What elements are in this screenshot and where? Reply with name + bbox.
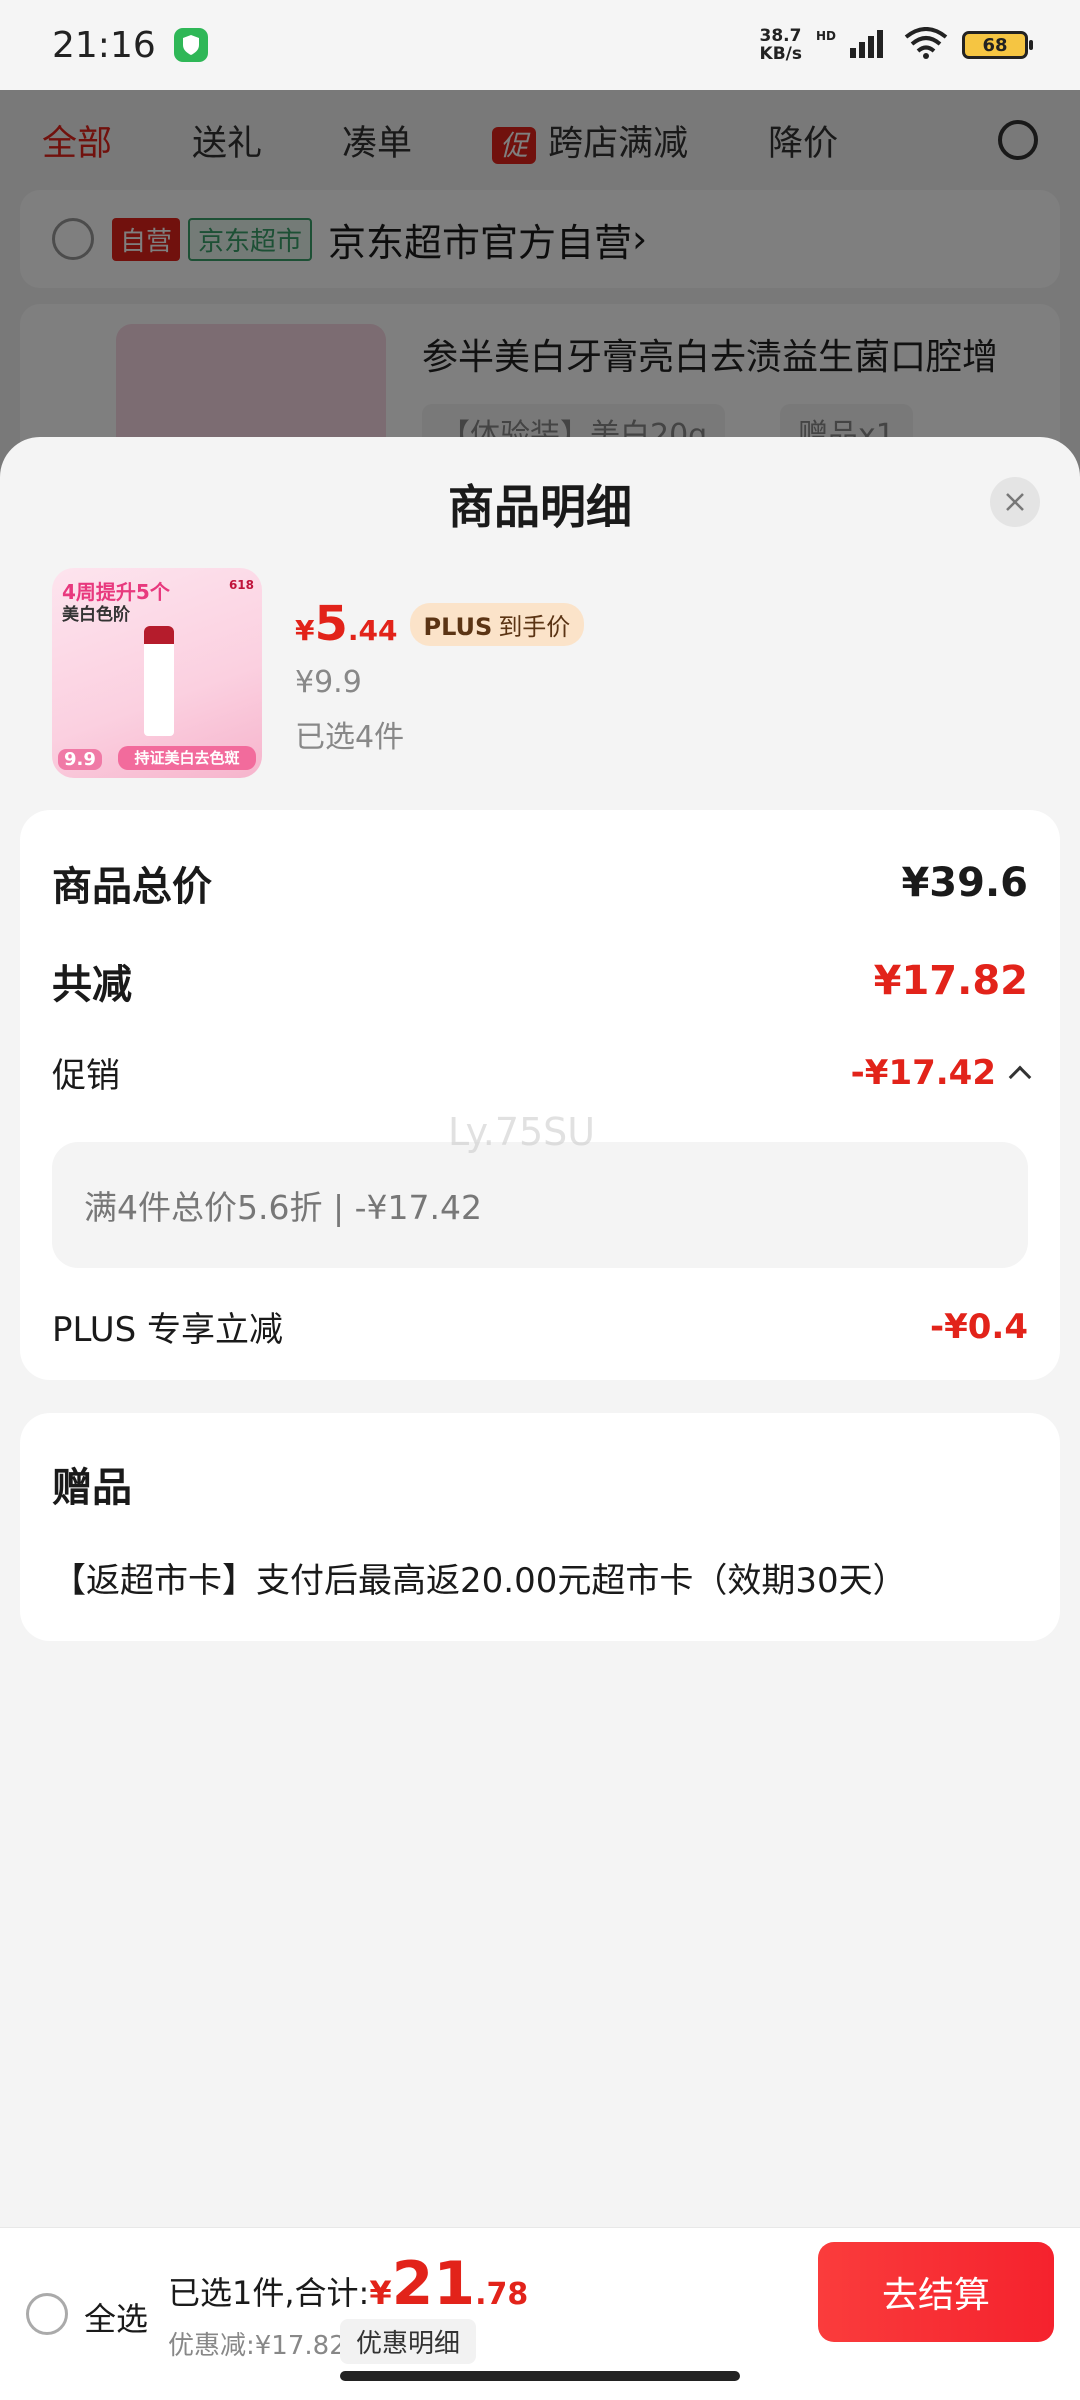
total-label: 商品总价 xyxy=(52,864,212,910)
product-price: ¥ 5 .44 PLUS 到手价 xyxy=(295,600,585,648)
plus-discount-label: PLUS 专享立减 xyxy=(52,1310,284,1350)
close-icon xyxy=(1006,493,1024,511)
promo-label: 促销 xyxy=(52,1056,120,1096)
chevron-up-icon[interactable] xyxy=(1008,1065,1032,1088)
product-image: 4周提升5个 美白色阶 618 9.9 持证美白去色斑 xyxy=(52,568,262,778)
battery-icon: 68 xyxy=(962,31,1033,59)
selected-count: 已选4件 xyxy=(295,720,405,755)
promo-row[interactable]: 促销 -¥17.42 xyxy=(52,1048,1032,1097)
net-speed: 38.7 KB/s xyxy=(759,26,802,64)
gift-card: 赠品 【返超市卡】支付后最高返20.00元超市卡（效期30天） xyxy=(20,1413,1060,1641)
plus-discount-row: PLUS 专享立减 -¥0.4 xyxy=(52,1302,1028,1351)
promo-value: -¥17.42 xyxy=(850,1052,996,1093)
checkout-button[interactable]: 去结算 xyxy=(818,2242,1054,2342)
discount-label: 共减 xyxy=(52,962,132,1008)
wifi-icon xyxy=(904,27,948,63)
original-price: ¥9.9 xyxy=(295,665,362,700)
select-all-label[interactable]: 全选 xyxy=(84,2294,148,2340)
total-summary: 已选1件,合计: ¥ 21 .78 xyxy=(168,2249,529,2319)
gift-title: 赠品 xyxy=(52,1465,132,1511)
discount-detail-button[interactable]: 优惠明细 xyxy=(340,2319,477,2364)
plus-discount-value: -¥0.4 xyxy=(930,1306,1028,1347)
plus-price-tag: PLUS 到手价 xyxy=(409,602,585,646)
home-indicator[interactable] xyxy=(340,2371,740,2381)
product-detail-sheet: 商品明细 4周提升5个 美白色阶 618 9.9 持证美白去色斑 ¥ 5 .44… xyxy=(0,437,1080,2400)
status-bar: 21:16 38.7 KB/s HD 68 xyxy=(0,0,1080,90)
total-value: ¥39.6 xyxy=(901,860,1028,906)
hd-label: HD xyxy=(815,29,836,43)
promo-detail: 满4件总价5.6折 | -¥17.42 xyxy=(52,1142,1028,1268)
price-summary-card: 商品总价 ¥39.6 共减 ¥17.82 促销 -¥17.42 满4件总价5.6… xyxy=(20,810,1060,1380)
select-all-checkbox[interactable] xyxy=(26,2293,68,2335)
discount-row: 共减 ¥17.82 xyxy=(52,952,1028,1010)
gift-description: 【返超市卡】支付后最高返20.00元超市卡（效期30天） xyxy=(52,1561,907,1601)
savings-text: 优惠减:¥17.82 xyxy=(168,2331,346,2361)
total-row: 商品总价 ¥39.6 xyxy=(52,854,1028,912)
status-time: 21:16 xyxy=(52,24,156,66)
shield-icon xyxy=(173,28,208,62)
signal-icon xyxy=(850,28,890,62)
sheet-title: 商品明细 xyxy=(448,480,632,534)
watermark: Ly.75SU xyxy=(448,1110,596,1154)
close-button[interactable] xyxy=(990,477,1040,527)
discount-value: ¥17.82 xyxy=(873,958,1028,1004)
